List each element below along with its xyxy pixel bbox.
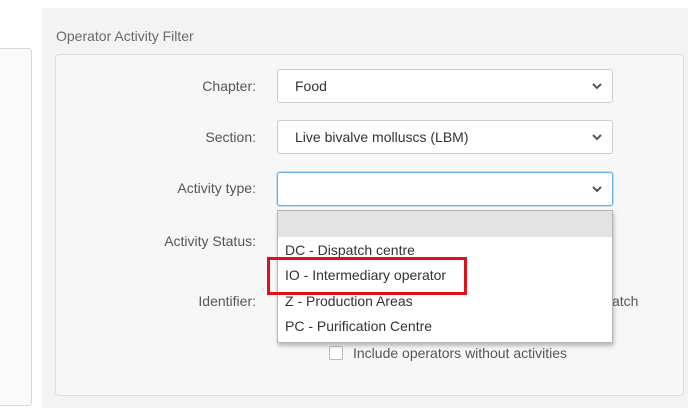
activity-type-dropdown: DC - Dispatch centre IO - Intermediary o… <box>277 210 613 343</box>
chapter-select[interactable]: Food <box>277 69 613 103</box>
left-panel-edge <box>0 48 32 406</box>
activity-type-select[interactable] <box>277 172 613 206</box>
dropdown-option-dc[interactable]: DC - Dispatch centre <box>278 237 612 263</box>
chevron-down-icon <box>592 186 602 193</box>
include-no-activity-checkbox[interactable] <box>329 346 343 360</box>
dropdown-option-io[interactable]: IO - Intermediary operator <box>278 262 612 288</box>
partial-match-label: atch <box>612 293 639 309</box>
section-select-value: Live bivalve molluscs (LBM) <box>295 129 469 145</box>
dropdown-option-z[interactable]: Z - Production Areas <box>278 288 612 314</box>
identifier-label: Identifier: <box>198 293 256 309</box>
chevron-down-icon <box>592 83 602 90</box>
panel-title: Operator Activity Filter <box>56 28 194 44</box>
chevron-down-icon <box>592 134 602 141</box>
chapter-select-value: Food <box>295 78 327 94</box>
section-label: Section: <box>205 129 256 145</box>
include-no-activity-label: Include operators without activities <box>353 345 567 361</box>
dropdown-option-blank[interactable] <box>278 211 612 237</box>
chapter-label: Chapter: <box>202 78 256 94</box>
activity-status-label: Activity Status: <box>164 233 256 249</box>
section-select[interactable]: Live bivalve molluscs (LBM) <box>277 120 613 154</box>
dropdown-option-pc[interactable]: PC - Purification Centre <box>278 313 612 339</box>
activity-type-label: Activity type: <box>177 180 256 196</box>
include-no-activity-row[interactable]: Include operators without activities <box>329 344 567 362</box>
